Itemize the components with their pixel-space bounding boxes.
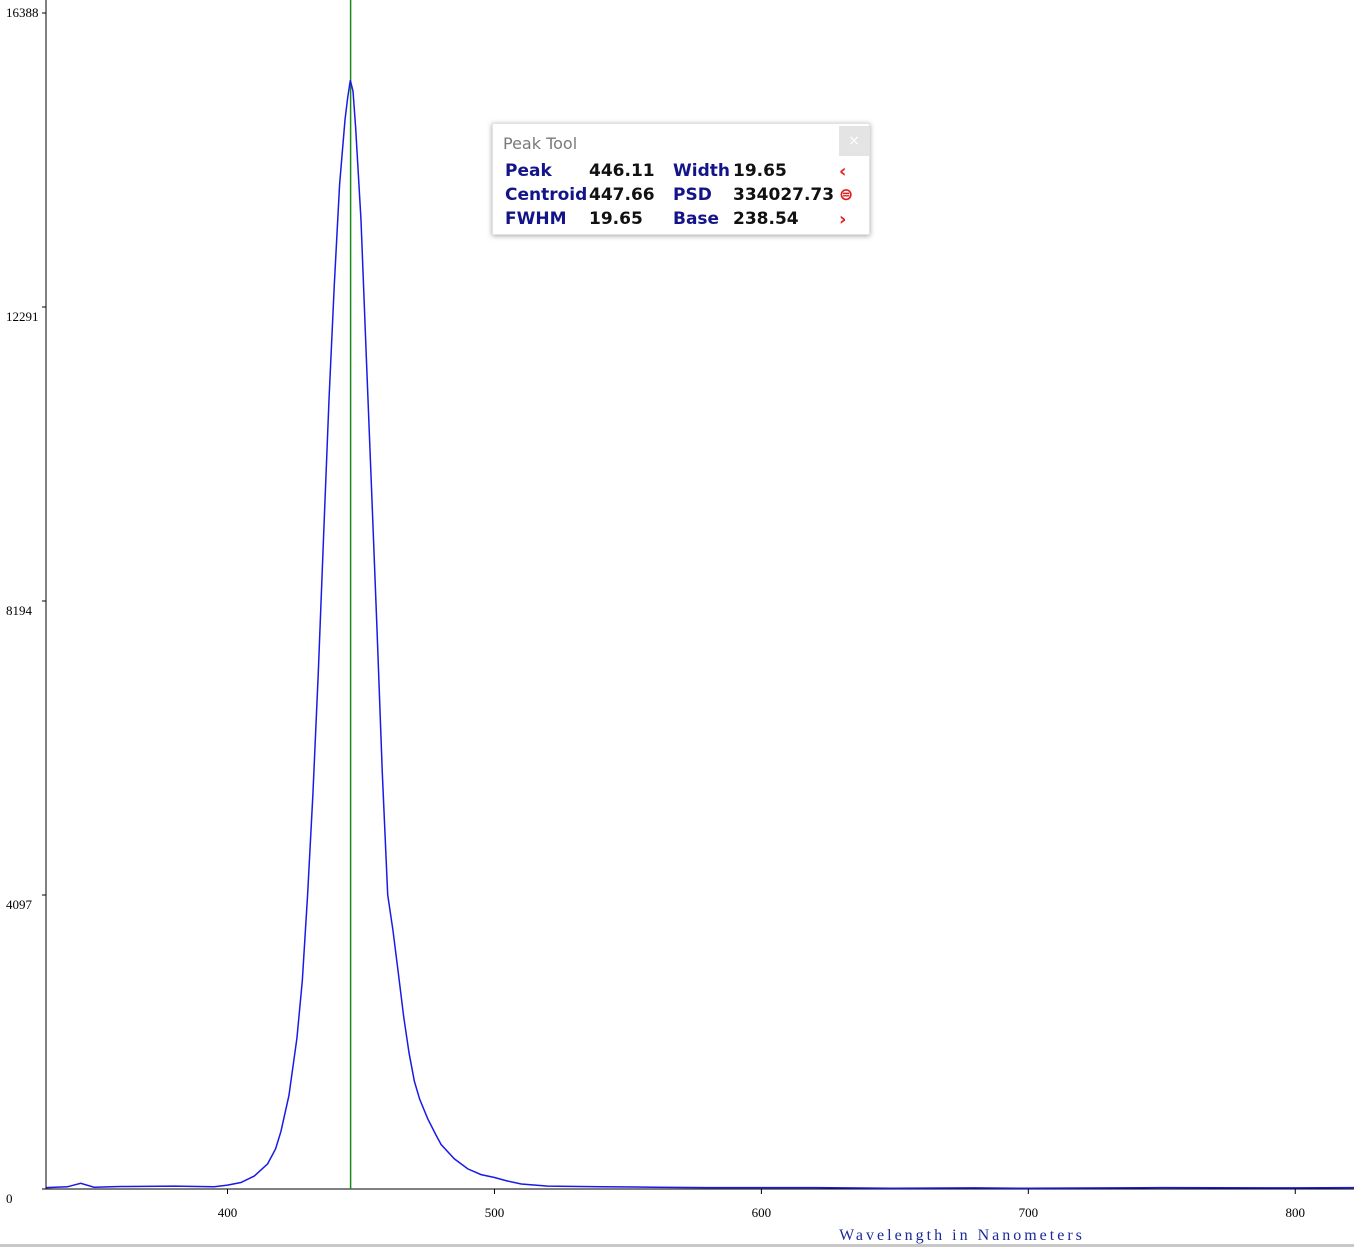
x-tick-label: 500 xyxy=(485,1205,505,1220)
base-value: 238.54 xyxy=(733,209,799,229)
peak-target-icon[interactable]: ⊜ xyxy=(839,185,853,205)
close-icon[interactable]: × xyxy=(839,126,869,156)
y-tick-label: 16388 xyxy=(6,5,39,20)
centroid-label: Centroid xyxy=(505,185,588,205)
peak-label: Peak xyxy=(505,161,552,181)
width-label: Width xyxy=(673,161,730,181)
peak-tool-panel[interactable]: Peak Tool × Peak 446.11 Width 19.65 ‹ Ce… xyxy=(492,123,870,235)
y-tick-label: 0 xyxy=(6,1191,13,1206)
y-axis-ticks: 0 4097 8194 12291 16388 xyxy=(6,5,46,1206)
x-tick-label: 600 xyxy=(752,1205,772,1220)
spectrum-series-line xyxy=(45,80,1354,1190)
previous-peak-icon[interactable]: ‹ xyxy=(839,161,846,182)
x-axis-label: Wavelength in Nanometers xyxy=(839,1227,1085,1244)
psd-value: 334027.73 xyxy=(733,185,835,205)
fwhm-label: FWHM xyxy=(505,209,567,229)
base-label: Base xyxy=(673,209,720,229)
y-tick-label: 4097 xyxy=(6,897,33,912)
x-tick-label: 700 xyxy=(1019,1205,1039,1220)
fwhm-value: 19.65 xyxy=(589,209,643,229)
x-tick-label: 400 xyxy=(218,1205,238,1220)
next-peak-icon[interactable]: › xyxy=(839,209,846,230)
x-axis-ticks: 400 500 600 700 800 xyxy=(218,1189,1305,1220)
psd-label: PSD xyxy=(673,185,712,205)
centroid-value: 447.66 xyxy=(589,185,655,205)
width-value: 19.65 xyxy=(733,161,787,181)
y-tick-label: 12291 xyxy=(6,309,39,324)
y-tick-label: 8194 xyxy=(6,603,33,618)
x-tick-label: 800 xyxy=(1286,1205,1306,1220)
peak-value: 446.11 xyxy=(589,161,655,181)
peak-tool-title: Peak Tool xyxy=(503,134,578,153)
